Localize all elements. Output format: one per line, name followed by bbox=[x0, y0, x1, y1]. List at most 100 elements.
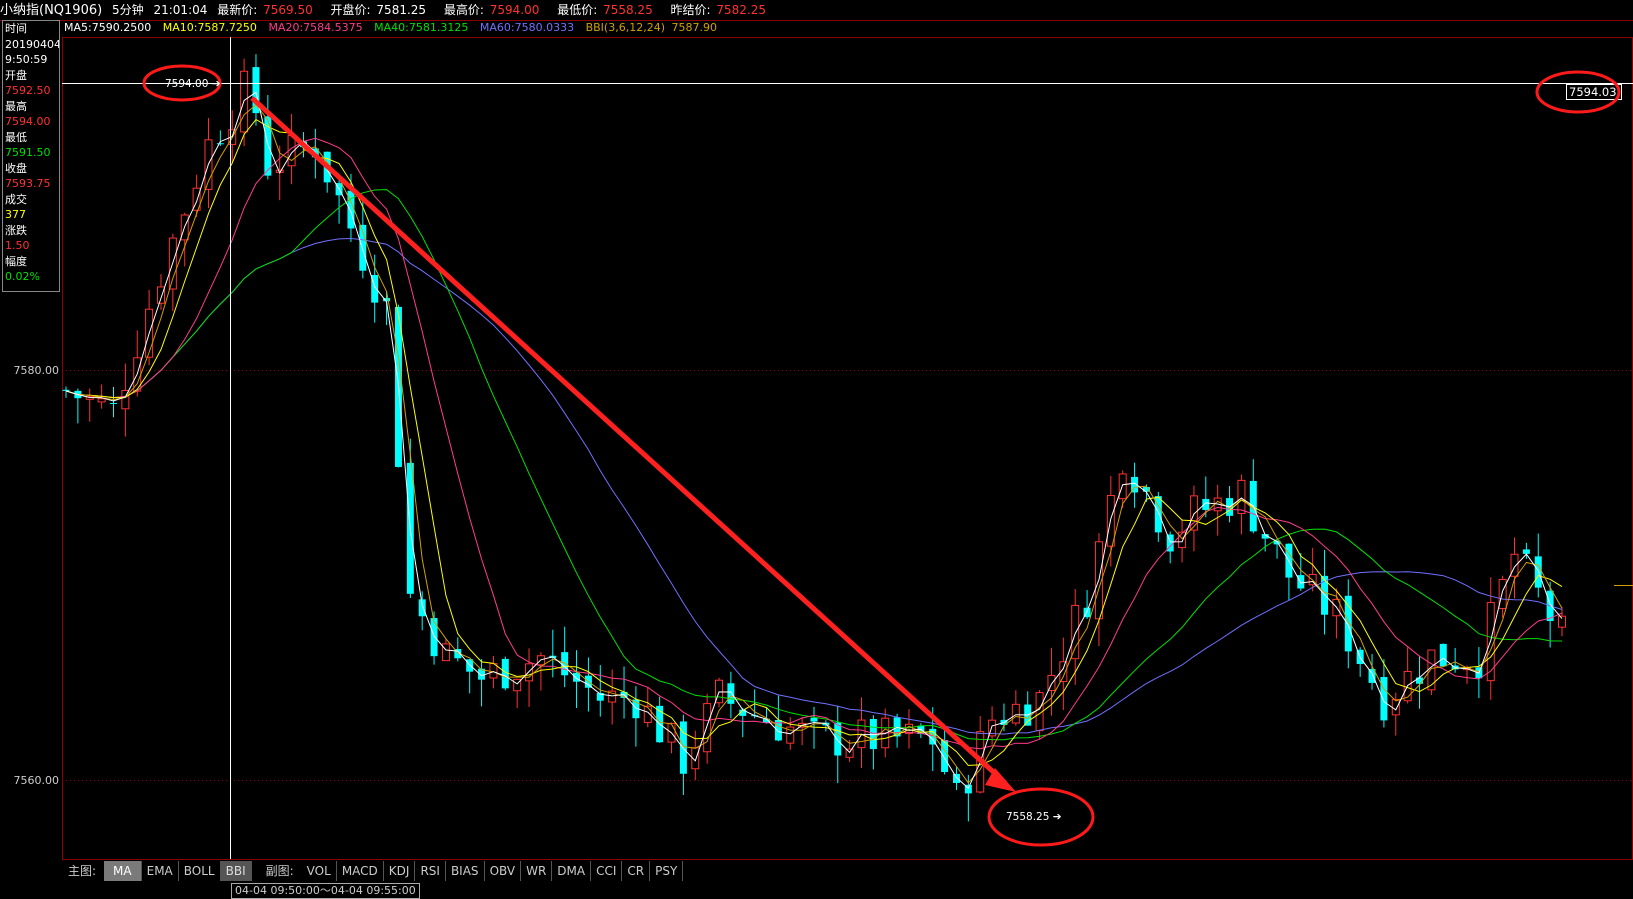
ma60-legend: MA60:7580.0333 bbox=[479, 21, 575, 34]
period: 5分钟 bbox=[112, 3, 144, 17]
ma10-legend: MA10:7587.7250 bbox=[162, 21, 257, 34]
info-low-label: 最低 bbox=[5, 130, 27, 144]
trend-arrow-line bbox=[250, 96, 1002, 780]
candle-body bbox=[1071, 604, 1080, 660]
plot-frame bbox=[62, 37, 1633, 860]
candle-body bbox=[1118, 473, 1127, 500]
candle-body bbox=[216, 143, 224, 145]
y-axis-label-7560: 7560.00 bbox=[14, 774, 60, 787]
tab-kdj[interactable]: KDJ bbox=[384, 860, 416, 881]
bbi-legend: BBI(3,6,12,24) bbox=[585, 21, 665, 34]
tab-wr[interactable]: WR bbox=[521, 860, 553, 881]
ma40-line bbox=[65, 189, 1563, 741]
info-low: 7591.50 bbox=[5, 146, 51, 159]
candle-body bbox=[1297, 575, 1305, 589]
info-close-label: 收盘 bbox=[5, 161, 27, 175]
latest-label: 最新价: bbox=[217, 3, 258, 17]
candle-body bbox=[834, 722, 842, 756]
time-range-readout: 04-04 09:50:00～04-04 09:55:00 bbox=[231, 883, 420, 899]
info-amplitude-label: 幅度 bbox=[5, 254, 27, 268]
candle-body bbox=[703, 703, 712, 753]
tab-macd[interactable]: MACD bbox=[337, 860, 384, 881]
tab-cci[interactable]: CCI bbox=[591, 860, 623, 881]
candle-body bbox=[561, 652, 569, 676]
candle-body bbox=[1427, 649, 1436, 691]
tab-rsi[interactable]: RSI bbox=[415, 860, 446, 881]
info-date: 20190404 bbox=[5, 37, 59, 51]
info-open: 7592.50 bbox=[5, 84, 51, 97]
y-axis-label-7580: 7580.00 bbox=[14, 364, 60, 377]
ma60-line bbox=[65, 237, 1563, 735]
candle-body bbox=[1344, 595, 1352, 652]
tab-ma[interactable]: MA bbox=[104, 860, 142, 881]
high-label: 最高价: bbox=[443, 3, 484, 17]
candle-body bbox=[1522, 549, 1530, 554]
sub-chart-label: 副图: bbox=[265, 864, 294, 878]
candle-body bbox=[109, 402, 117, 404]
high-value: 7594.00 bbox=[489, 3, 540, 17]
info-open-label: 开盘 bbox=[5, 68, 27, 82]
indicator-tab-bar: 主图: MA EMA BOLL BBI 副图: VOL MACD KDJ RSI… bbox=[62, 860, 1633, 881]
open-value: 7581.25 bbox=[376, 3, 427, 17]
candlestick-chart[interactable]: 7594.00 ➔ 7558.25 ➔ 7594.03 7580.00 7560… bbox=[0, 0, 1633, 899]
candle-body bbox=[1011, 703, 1020, 724]
high-marker-label: 7594.00 ➔ bbox=[165, 78, 221, 90]
candle-body bbox=[1178, 531, 1187, 549]
candle-body bbox=[1237, 479, 1246, 514]
info-high: 7594.00 bbox=[5, 115, 51, 128]
tab-psy[interactable]: PSY bbox=[650, 860, 684, 881]
candle-body bbox=[430, 618, 438, 657]
candle-body bbox=[62, 389, 70, 391]
tab-dma[interactable]: DMA bbox=[552, 860, 592, 881]
prev-settle-value: 7582.25 bbox=[716, 3, 767, 17]
main-chart-label: 主图: bbox=[68, 864, 97, 878]
candle-body bbox=[1391, 698, 1400, 716]
info-amplitude: 0.02% bbox=[5, 270, 40, 283]
tab-cr[interactable]: CR bbox=[622, 860, 651, 881]
info-time: 9:50:59 bbox=[5, 53, 48, 66]
tab-ema[interactable]: EMA bbox=[142, 860, 179, 881]
tab-vol[interactable]: VOL bbox=[302, 860, 337, 881]
candle-body bbox=[97, 398, 106, 403]
tab-bbi[interactable]: BBI bbox=[220, 860, 252, 881]
candle-body bbox=[1202, 498, 1210, 510]
latest-value: 7569.50 bbox=[263, 3, 313, 17]
quote-header: 小纳指(NQ1906) 5分钟 21:01:04 最新价: 7569.50 开盘… bbox=[0, 0, 1633, 20]
ma5-line bbox=[65, 91, 1563, 790]
bbi-line bbox=[65, 103, 1563, 784]
tab-bias[interactable]: BIAS bbox=[446, 860, 485, 881]
low-value: 7558.25 bbox=[603, 3, 653, 17]
ma5-legend: MA5:7590.2500 bbox=[64, 21, 152, 34]
bar-info-panel: 时间 20190404 9:50:59 开盘 7592.50 最高 7594.0… bbox=[2, 20, 60, 292]
ma20-line bbox=[65, 137, 1563, 750]
tab-boll[interactable]: BOLL bbox=[179, 860, 221, 881]
bbi-value: 7587.90 bbox=[671, 21, 718, 34]
candle-body bbox=[810, 717, 818, 722]
ma20-legend: MA20:7584.5375 bbox=[268, 21, 363, 34]
quote-time: 21:01:04 bbox=[153, 3, 208, 17]
candle-body bbox=[441, 643, 450, 662]
crosshair-price-label: 7594.03 bbox=[1569, 85, 1617, 99]
moving-average-lines bbox=[65, 91, 1563, 790]
candle-body bbox=[727, 683, 735, 704]
candle-body bbox=[952, 773, 960, 783]
instrument-title: 小纳指(NQ1906) bbox=[0, 3, 103, 18]
info-volume-label: 成交 bbox=[5, 192, 27, 206]
candle-body bbox=[525, 663, 534, 682]
ma-legend: MA5:7590.2500 MA10:7587.7250 MA20:7584.5… bbox=[64, 20, 725, 36]
info-volume: 377 bbox=[5, 208, 26, 221]
candle-body bbox=[1439, 643, 1447, 667]
info-change-label: 涨跌 bbox=[5, 223, 27, 237]
candle-body bbox=[1498, 578, 1507, 610]
open-label: 开盘价: bbox=[330, 3, 371, 17]
info-high-label: 最高 bbox=[5, 99, 27, 113]
prev-settle-label: 昨结价: bbox=[670, 3, 711, 17]
low-label: 最低价: bbox=[557, 3, 598, 17]
low-marker-label: 7558.25 ➔ bbox=[1006, 811, 1062, 823]
ma40-legend: MA40:7581.3125 bbox=[374, 21, 469, 34]
info-close: 7593.75 bbox=[5, 177, 51, 190]
ma10-line bbox=[65, 118, 1563, 766]
info-change: 1.50 bbox=[5, 239, 30, 252]
tab-obv[interactable]: OBV bbox=[485, 860, 522, 881]
candles bbox=[62, 54, 1566, 822]
